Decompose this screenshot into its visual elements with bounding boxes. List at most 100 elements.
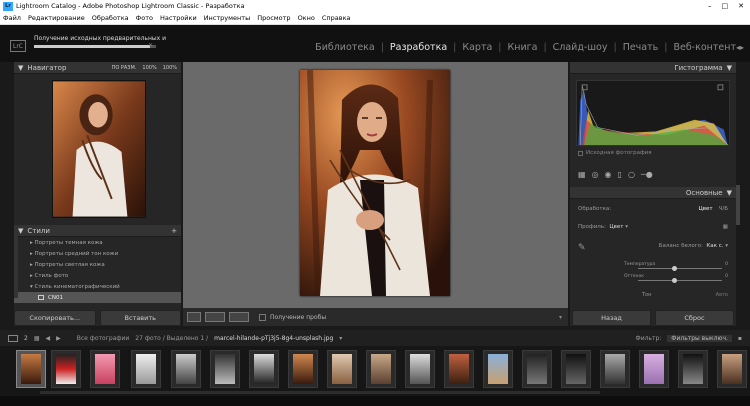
menu-settings[interactable]: Настройки: [160, 14, 197, 22]
red-eye-icon[interactable]: ◉: [605, 170, 612, 179]
main-photo[interactable]: [300, 70, 450, 296]
original-checkbox[interactable]: [578, 150, 583, 156]
navigator-fit[interactable]: ПО РАЗМ.: [112, 65, 137, 71]
graduated-filter-icon[interactable]: ▯: [618, 170, 622, 179]
spot-removal-icon[interactable]: ◎: [592, 170, 599, 179]
preset-item-selected[interactable]: CN01: [14, 292, 181, 303]
presets-header[interactable]: ▼ Стили +: [14, 225, 181, 237]
highlight-clipping-icon[interactable]: [717, 84, 724, 91]
bottom-panel-toggle[interactable]: [0, 396, 750, 406]
menu-help[interactable]: Справка: [322, 14, 351, 22]
forward-arrow-icon[interactable]: ▶: [56, 335, 61, 342]
module-map[interactable]: Карта: [462, 42, 492, 53]
soft-proof-checkbox[interactable]: [259, 313, 266, 321]
menu-view[interactable]: Просмотр: [257, 14, 290, 22]
minimize-button[interactable]: –: [708, 2, 712, 10]
film-thumb[interactable]: [249, 350, 279, 388]
navigator-thumbnail[interactable]: [52, 80, 146, 218]
eyedropper-icon[interactable]: ✎: [578, 243, 586, 253]
film-thumb[interactable]: [366, 350, 396, 388]
tint-slider[interactable]: [638, 278, 722, 283]
treatment-bw[interactable]: Ч/Б: [719, 206, 728, 212]
source-label[interactable]: Все фотографии: [77, 335, 130, 342]
main-window-icon[interactable]: [8, 334, 18, 342]
module-print[interactable]: Печать: [623, 42, 659, 53]
temp-value[interactable]: 0: [725, 262, 728, 267]
film-thumb[interactable]: [639, 350, 669, 388]
film-thumb[interactable]: [171, 350, 201, 388]
close-button[interactable]: ✕: [738, 2, 744, 10]
left-panel-scrollbar[interactable]: [14, 228, 18, 298]
before-after-swap-icon[interactable]: [229, 312, 249, 322]
paste-settings-button[interactable]: Вставить: [99, 310, 181, 326]
maximize-button[interactable]: □: [722, 2, 729, 10]
preset-group[interactable]: ▸ Портреты светлая кожа: [14, 259, 181, 270]
module-develop[interactable]: Разработка: [390, 42, 447, 53]
film-thumb[interactable]: [483, 350, 513, 388]
back-arrow-icon[interactable]: ◀: [46, 335, 51, 342]
before-after-icon[interactable]: [205, 312, 225, 322]
navigator-zoom-2[interactable]: 100%: [163, 65, 177, 71]
treatment-color[interactable]: Цвет: [698, 206, 712, 212]
film-thumb[interactable]: [678, 350, 708, 388]
film-thumb[interactable]: [288, 350, 318, 388]
film-thumb[interactable]: [600, 350, 630, 388]
film-thumb-selected[interactable]: [16, 350, 46, 388]
reset-button[interactable]: Сброс: [655, 310, 734, 326]
menu-window[interactable]: Окно: [298, 14, 315, 22]
film-thumb[interactable]: [51, 350, 81, 388]
preset-group[interactable]: ▸ Портреты темная кожа: [14, 237, 181, 248]
film-thumb[interactable]: [444, 350, 474, 388]
menu-tools[interactable]: Инструменты: [204, 14, 251, 22]
show-original-row[interactable]: Исходная фотография: [578, 150, 652, 156]
second-window-icon[interactable]: 2: [24, 335, 28, 342]
profile-browser-icon[interactable]: ▦: [723, 224, 728, 230]
grid-view-icon[interactable]: ▦: [34, 335, 40, 342]
loupe-view-icon[interactable]: [187, 312, 201, 322]
menu-edit[interactable]: Редактирование: [28, 14, 85, 22]
basic-header[interactable]: Основные ▼: [570, 187, 736, 199]
profile-select[interactable]: Цвет: [609, 224, 623, 230]
crop-icon[interactable]: ▦: [578, 170, 586, 179]
module-book[interactable]: Книга: [508, 42, 538, 53]
navigator-zoom-1[interactable]: 100%: [142, 65, 156, 71]
cancel-import-icon[interactable]: ✕: [148, 42, 153, 49]
module-menu-icon[interactable]: ◂▸: [736, 43, 744, 52]
temp-slider[interactable]: [638, 266, 722, 271]
wb-select[interactable]: Как с.: [706, 243, 723, 249]
chevron-down-icon[interactable]: ▾: [339, 335, 342, 342]
tone-auto-button[interactable]: Авто: [716, 292, 728, 298]
film-thumb[interactable]: [327, 350, 357, 388]
film-thumb[interactable]: [405, 350, 435, 388]
copy-settings-button[interactable]: Скопировать...: [14, 310, 96, 326]
film-thumb[interactable]: [561, 350, 591, 388]
menu-file[interactable]: Файл: [3, 14, 21, 22]
add-preset-icon[interactable]: +: [171, 227, 177, 235]
module-slideshow[interactable]: Слайд-шоу: [553, 42, 608, 53]
menu-photo[interactable]: Фото: [136, 14, 153, 22]
preset-group[interactable]: ▸ Стиль фото: [14, 270, 181, 281]
right-panel-scrollbar[interactable]: [736, 185, 740, 225]
filmstrip-scrollbar[interactable]: [40, 391, 600, 394]
temp-slider-knob[interactable]: [672, 266, 677, 271]
film-thumb[interactable]: [210, 350, 240, 388]
menu-develop[interactable]: Обработка: [92, 14, 129, 22]
histogram-header[interactable]: Гистограмма ▼: [570, 62, 736, 74]
module-web[interactable]: Веб-контент: [673, 42, 736, 53]
radial-filter-icon[interactable]: ○: [628, 170, 635, 179]
adjustment-brush-icon[interactable]: ─●: [641, 170, 653, 179]
tint-slider-knob[interactable]: [672, 278, 677, 283]
film-thumb[interactable]: [90, 350, 120, 388]
filter-select[interactable]: Фильтры выключ.: [667, 334, 732, 342]
preset-group[interactable]: ▾ Стиль кинематографический: [14, 281, 181, 292]
film-thumb[interactable]: [522, 350, 552, 388]
preset-group[interactable]: ▸ Портреты средний тон кожи: [14, 248, 181, 259]
previous-button[interactable]: Назад: [572, 310, 651, 326]
film-thumb[interactable]: [717, 350, 747, 388]
filter-lock-icon[interactable]: ▪: [738, 335, 742, 342]
tint-value[interactable]: 0: [725, 274, 728, 279]
navigator-header[interactable]: ▼ Навигатор ПО РАЗМ. 100% 100%: [14, 62, 181, 74]
module-library[interactable]: Библиотека: [315, 42, 375, 53]
film-thumb[interactable]: [131, 350, 161, 388]
toolbar-menu-icon[interactable]: ▾: [559, 314, 562, 321]
